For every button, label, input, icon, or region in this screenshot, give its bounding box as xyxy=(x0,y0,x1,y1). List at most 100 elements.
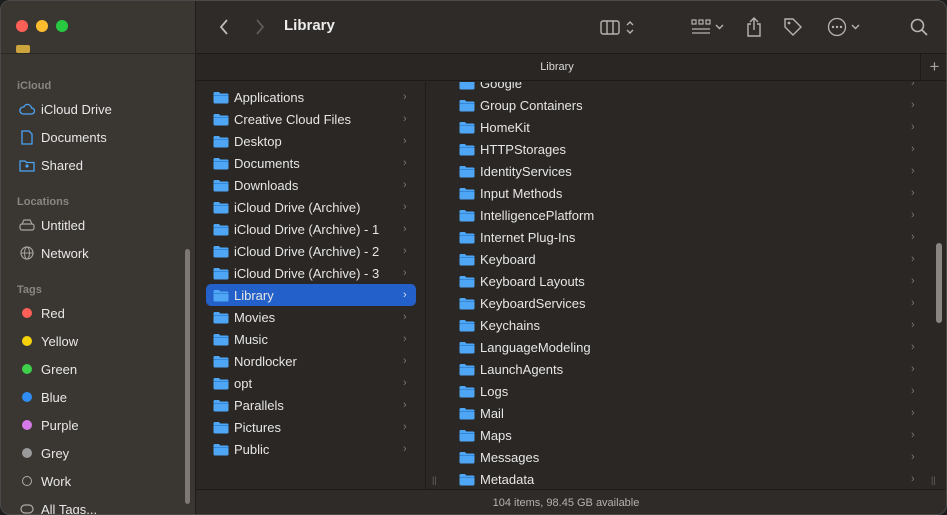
list-item[interactable]: opt › xyxy=(206,372,416,394)
chevron-right-icon: › xyxy=(911,253,915,265)
sidebar-item-shared[interactable]: Shared xyxy=(9,152,179,178)
folder-icon xyxy=(213,311,229,324)
list-item[interactable]: IdentityServices › xyxy=(452,160,930,182)
chevron-right-icon: › xyxy=(403,355,407,367)
folder-icon xyxy=(213,223,229,236)
list-item[interactable]: KeyboardServices › xyxy=(452,292,930,314)
folder-icon xyxy=(459,231,475,244)
sidebar-tag-work[interactable]: Work xyxy=(9,468,179,494)
tag-button[interactable] xyxy=(782,15,804,39)
list-item[interactable]: Desktop › xyxy=(206,130,416,152)
folder-icon xyxy=(213,267,229,280)
column-gutter xyxy=(427,82,442,489)
list-item[interactable]: Keyboard › xyxy=(452,248,930,270)
column-resize-handle[interactable]: || xyxy=(931,475,936,485)
chevron-right-icon: › xyxy=(911,473,915,485)
list-item[interactable]: iCloud Drive (Archive) › xyxy=(206,196,416,218)
list-item[interactable]: Music › xyxy=(206,328,416,350)
list-item[interactable]: Movies › xyxy=(206,306,416,328)
list-item[interactable]: Downloads › xyxy=(206,174,416,196)
folder-icon xyxy=(213,421,229,434)
list-item[interactable]: Creative Cloud Files › xyxy=(206,108,416,130)
sidebar-item-label: Purple xyxy=(41,417,79,433)
list-item-label: Movies xyxy=(234,309,276,325)
view-mode-button[interactable] xyxy=(596,15,638,39)
sidebar-item-all-tags[interactable]: All Tags... xyxy=(9,496,179,514)
list-item[interactable]: Internet Plug-Ins › xyxy=(452,226,930,248)
list-item-label: LanguageModeling xyxy=(480,339,591,355)
close-button[interactable] xyxy=(16,20,28,32)
list-item-label: Group Containers xyxy=(480,97,583,113)
list-item[interactable]: Keyboard Layouts › xyxy=(452,270,930,292)
folder-icon xyxy=(213,113,229,126)
folder-icon xyxy=(459,297,475,310)
chevron-right-icon: › xyxy=(911,121,915,133)
list-item[interactable]: Parallels › xyxy=(206,394,416,416)
list-item[interactable]: Maps › xyxy=(452,424,930,446)
sidebar-item-icloud-drive[interactable]: iCloud Drive xyxy=(9,96,179,122)
column-resize-handle[interactable]: || xyxy=(432,475,437,485)
sidebar-tag-yellow[interactable]: Yellow xyxy=(9,328,179,354)
list-item[interactable]: Metadata › xyxy=(452,468,930,489)
list-item-label: Logs xyxy=(480,383,509,399)
list-item[interactable]: IntelligencePlatform › xyxy=(452,204,930,226)
new-tab-button[interactable]: + xyxy=(920,54,946,80)
list-item-label: IdentityServices xyxy=(480,163,572,179)
list-item[interactable]: Library › xyxy=(206,284,416,306)
list-item[interactable]: Mail › xyxy=(452,402,930,424)
sidebar-section-tags: Tags xyxy=(17,284,42,296)
back-button[interactable] xyxy=(214,15,234,39)
list-item[interactable]: Applications › xyxy=(206,86,416,108)
chevron-right-icon: › xyxy=(403,399,407,411)
list-item[interactable]: Group Containers › xyxy=(452,94,930,116)
sidebar-tag-purple[interactable]: Purple xyxy=(9,412,179,438)
drive-icon xyxy=(19,217,35,233)
sidebar: iCloud iCloud Drive Documents Shared Loc… xyxy=(1,1,196,514)
share-button[interactable] xyxy=(744,15,764,39)
list-item[interactable]: Messages › xyxy=(452,446,930,468)
sidebar-tag-green[interactable]: Green xyxy=(9,356,179,382)
folder-icon xyxy=(213,245,229,258)
list-item[interactable]: Keychains › xyxy=(452,314,930,336)
list-item[interactable]: iCloud Drive (Archive) - 3 › xyxy=(206,262,416,284)
forward-button[interactable] xyxy=(250,15,270,39)
list-item[interactable]: HomeKit › xyxy=(452,116,930,138)
list-item[interactable]: Public › xyxy=(206,438,416,460)
list-item[interactable]: LanguageModeling › xyxy=(452,336,930,358)
list-item[interactable]: LaunchAgents › xyxy=(452,358,930,380)
list-item[interactable]: Pictures › xyxy=(206,416,416,438)
column-scrollbar[interactable] xyxy=(936,243,942,323)
list-item[interactable]: Documents › xyxy=(206,152,416,174)
list-item-label: Keychains xyxy=(480,317,540,333)
zoom-button[interactable] xyxy=(56,20,68,32)
list-item[interactable]: Logs › xyxy=(452,380,930,402)
folder-icon xyxy=(213,179,229,192)
sidebar-item-label: Untitled xyxy=(41,217,86,233)
chevron-right-icon: › xyxy=(911,231,915,243)
list-item[interactable]: iCloud Drive (Archive) - 2 › xyxy=(206,240,416,262)
sidebar-tag-blue[interactable]: Blue xyxy=(9,384,179,410)
minimize-button[interactable] xyxy=(36,20,48,32)
tag-icon xyxy=(784,18,802,36)
sidebar-scrollbar[interactable] xyxy=(185,249,190,504)
list-item[interactable]: iCloud Drive (Archive) - 1 › xyxy=(206,218,416,240)
sidebar-tag-grey[interactable]: Grey xyxy=(9,440,179,466)
search-button[interactable] xyxy=(908,15,930,39)
sidebar-item-documents[interactable]: Documents xyxy=(9,124,179,150)
tab-library[interactable]: Library xyxy=(196,61,918,73)
chevron-right-icon: › xyxy=(403,267,407,279)
group-button[interactable] xyxy=(688,15,726,39)
folder-icon xyxy=(459,341,475,354)
chevron-down-icon xyxy=(851,24,859,30)
list-item[interactable]: HTTPStorages › xyxy=(452,138,930,160)
list-item[interactable]: Nordlocker › xyxy=(206,350,416,372)
tag-color-dot xyxy=(22,308,32,318)
sidebar-tag-red[interactable]: Red xyxy=(9,300,179,326)
list-item[interactable]: Google › xyxy=(452,82,930,94)
folder-icon xyxy=(459,209,475,222)
sidebar-item-network[interactable]: Network xyxy=(9,240,179,266)
sidebar-item-untitled[interactable]: Untitled xyxy=(9,212,179,238)
list-item[interactable]: Input Methods › xyxy=(452,182,930,204)
more-actions-button[interactable] xyxy=(824,15,862,39)
window-title: Library xyxy=(284,17,335,34)
